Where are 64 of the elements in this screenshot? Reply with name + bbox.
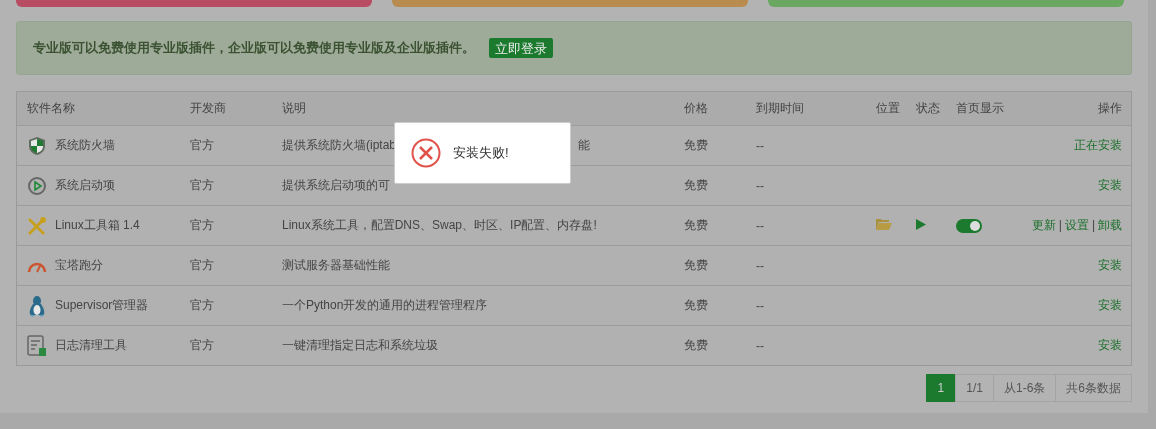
- price-cell-text: 免费: [684, 257, 709, 274]
- developer-cell-text: 官方: [190, 177, 215, 194]
- column-header: 开发商: [190, 100, 227, 117]
- action-link[interactable]: 更新: [1031, 218, 1056, 232]
- notice-text: 专业版可以免费使用专业版插件，企业版可以免费使用专业版及企业版插件。: [33, 39, 475, 57]
- toggle-switch[interactable]: [956, 218, 982, 233]
- column-header: 价格: [684, 100, 709, 117]
- description-text: 提供系统启动项的可: [282, 178, 390, 192]
- description-text: Linux系统工具，配置DNS、Swap、时区、IP配置、内存盘!: [282, 218, 597, 232]
- description-text: 能: [578, 138, 591, 152]
- action-link[interactable]: 安装: [1098, 258, 1122, 272]
- shield-icon: [28, 135, 46, 156]
- plugin-name: 日志清理工具: [55, 337, 127, 354]
- action-link[interactable]: 设置: [1064, 218, 1089, 232]
- pager-info: 共6条数据: [1055, 374, 1132, 402]
- developer-cell-text: 官方: [190, 217, 215, 234]
- plugin-name: 系统防火墙: [55, 137, 115, 154]
- action-link[interactable]: 正在安装: [1074, 138, 1122, 152]
- action-link[interactable]: 安装: [1098, 178, 1122, 192]
- column-header: 软件名称: [26, 100, 76, 117]
- price-cell-text: 免费: [684, 297, 709, 314]
- description-text: 一键清理指定日志和系统垃圾: [282, 338, 438, 352]
- plugin-name: Supervisor管理器: [55, 297, 149, 314]
- expiry-cell-text: --: [756, 258, 765, 273]
- separator-text: |: [1058, 218, 1062, 232]
- folder-icon[interactable]: [876, 218, 892, 230]
- description-text: 一个Python开发的通用的进程管理程序: [282, 298, 488, 312]
- expiry-cell-text: --: [756, 218, 765, 233]
- expiry-cell-text: --: [756, 338, 765, 353]
- action-link[interactable]: 安装: [1098, 298, 1122, 312]
- action-link[interactable]: 安装: [1098, 338, 1122, 352]
- developer-cell-text: 官方: [190, 137, 215, 154]
- page-button[interactable]: 1: [925, 374, 957, 402]
- price-cell-text: 免费: [684, 217, 709, 234]
- plugin-name: 系统启动项: [55, 177, 115, 194]
- expiry-cell-text: --: [756, 298, 765, 313]
- column-header: 说明: [282, 100, 307, 117]
- toast-message: 安装失败!: [453, 144, 509, 162]
- column-header: 到期时间: [756, 100, 805, 117]
- column-header: 状态: [916, 100, 941, 117]
- developer-cell-text: 官方: [190, 297, 215, 314]
- price-cell-text: 免费: [684, 177, 709, 194]
- plugin-name: Linux工具箱 1.4: [55, 217, 140, 234]
- action-link[interactable]: 卸载: [1098, 218, 1122, 232]
- pager-info: 1/1: [955, 374, 994, 402]
- column-header: 位置: [876, 100, 901, 117]
- plugin-name: 宝塔跑分: [55, 257, 103, 274]
- price-cell-text: 免费: [684, 337, 709, 354]
- play-circle-icon: [27, 175, 47, 196]
- log-document-icon: [27, 334, 47, 357]
- play-icon[interactable]: [916, 218, 926, 230]
- developer-cell-text: 官方: [190, 257, 215, 274]
- penguin-icon: [27, 293, 47, 318]
- price-cell-text: 免费: [684, 137, 709, 154]
- expiry-cell-text: --: [756, 138, 765, 153]
- column-header: 首页显示: [956, 100, 1005, 117]
- separator-text: |: [1091, 218, 1095, 232]
- tools-icon: [27, 215, 47, 236]
- pager-info: 从1-6条: [992, 374, 1057, 402]
- developer-cell-text: 官方: [190, 337, 215, 354]
- expiry-cell-text: --: [756, 178, 765, 193]
- login-button[interactable]: 立即登录: [489, 38, 553, 58]
- description-text: 测试服务器基础性能: [282, 258, 390, 272]
- column-header: 操作: [1097, 100, 1123, 117]
